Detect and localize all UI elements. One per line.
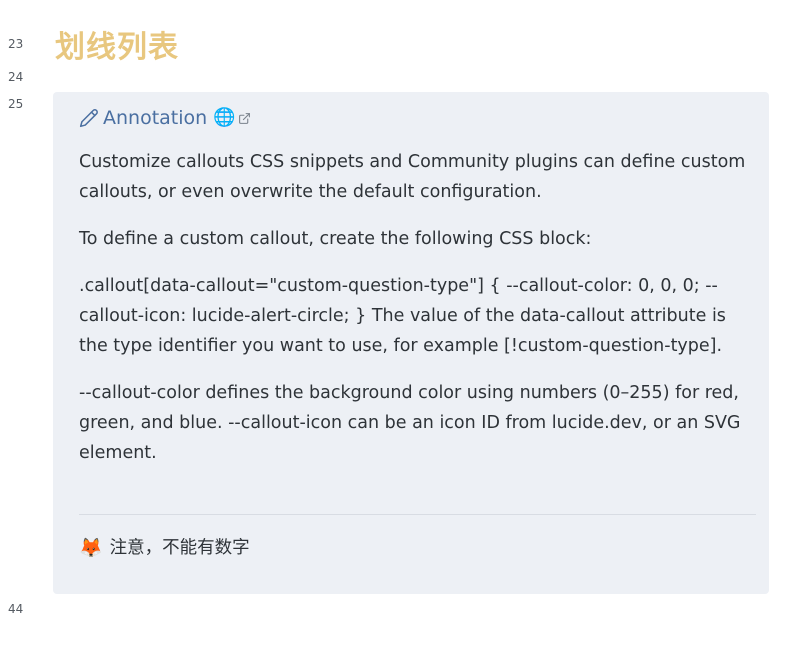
line-number: 25	[8, 97, 24, 111]
fox-icon: 🦊	[79, 537, 103, 559]
divider	[79, 514, 756, 515]
callout-title: Annotation 🌐	[79, 105, 251, 131]
globe-icon[interactable]: 🌐	[213, 109, 235, 127]
annotation-callout[interactable]: Annotation 🌐 Customize callouts CSS snip…	[53, 92, 769, 594]
line-number: 24	[8, 70, 24, 84]
external-link-icon[interactable]	[238, 112, 251, 125]
line-number: 44	[8, 602, 24, 616]
callout-paragraph: To define a custom callout, create the f…	[79, 229, 592, 249]
section-heading[interactable]: 划线列表	[55, 22, 179, 66]
callout-body: Customize callouts CSS snippets and Comm…	[79, 147, 749, 468]
pencil-icon	[79, 109, 98, 128]
note-text: 注意，不能有数字	[109, 538, 250, 558]
callout-paragraph: Customize callouts CSS snippets and Comm…	[79, 152, 746, 202]
callout-title-text: Annotation	[103, 107, 208, 129]
line-number: 23	[8, 37, 24, 51]
callout-paragraph: --callout-color defines the background c…	[79, 383, 741, 463]
callout-paragraph: .callout[data-callout="custom-question-t…	[79, 276, 726, 356]
callout-note: 🦊 注意，不能有数字	[79, 533, 250, 563]
